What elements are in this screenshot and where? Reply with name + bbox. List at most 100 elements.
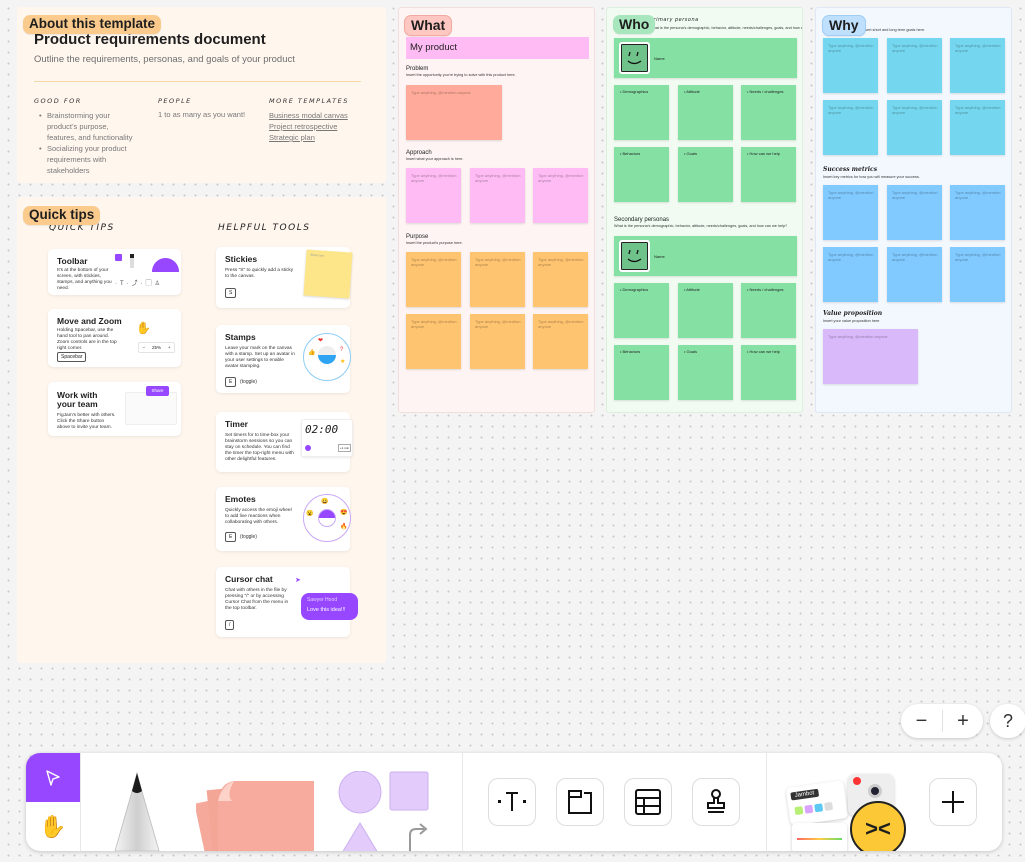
card-desc: Holding Spacebar, use the hand tool to p… bbox=[57, 328, 117, 351]
persona-attribute-sticky[interactable]: Demographics bbox=[614, 283, 669, 338]
persona-name-label: Name bbox=[654, 254, 665, 259]
persona-attribute-sticky[interactable]: Needs / challenges bbox=[741, 283, 796, 338]
slider-widget-icon bbox=[792, 823, 847, 851]
persona-attribute-sticky[interactable]: How can we help bbox=[741, 345, 796, 400]
hand-icon: ✋ bbox=[136, 321, 151, 335]
persona-attribute-sticky[interactable]: Behaviors bbox=[614, 345, 669, 400]
quick-tips-tag[interactable]: Quick tips bbox=[23, 206, 101, 225]
tool-card-stamps: Stamps Leave your mark on the canvas wit… bbox=[216, 325, 351, 393]
purpose-sticky[interactable]: Type anything, @mention anyone bbox=[406, 314, 461, 369]
card-desc: Press "S" to quickly add a sticky to the… bbox=[225, 268, 294, 279]
move-tool-button[interactable] bbox=[26, 753, 80, 802]
persona-name-label: Name bbox=[654, 56, 665, 61]
why-section: Insert short and long term goals here. T… bbox=[815, 7, 1012, 413]
approach-desc: Insert what your approach is here. bbox=[406, 157, 464, 161]
metric-sticky[interactable]: Type anything, @mention anyone bbox=[823, 247, 878, 302]
card-desc: Quickly access the emoji wheel to add li… bbox=[225, 508, 292, 525]
metric-sticky[interactable]: Type anything, @mention anyone bbox=[887, 185, 942, 240]
value-proposition-sticky[interactable]: Type anything, @mention anyone bbox=[823, 329, 918, 384]
card-desc: It's at the bottom of your screen, with … bbox=[57, 268, 112, 291]
widgets-button[interactable]: Jambot >< bbox=[785, 768, 918, 851]
sticky-tool-button[interactable] bbox=[194, 771, 316, 851]
emoji-wheel: 😀 😍 🔥 😮 bbox=[303, 494, 351, 542]
card-desc: Leave your mark on the canvas with a sta… bbox=[225, 346, 295, 369]
metric-sticky[interactable]: Type anything, @mention anyone bbox=[950, 247, 1005, 302]
share-button-preview: Share bbox=[146, 386, 169, 396]
approach-sticky[interactable]: Type anything, @mention anyone bbox=[533, 168, 588, 223]
problem-sticky[interactable]: Type anything, @mention anyone bbox=[406, 85, 502, 140]
persona-avatar-icon bbox=[619, 240, 650, 272]
hand-tool-button[interactable]: ✋ bbox=[26, 802, 80, 851]
helpful-tools-heading: Helpful tools bbox=[218, 223, 311, 233]
value-proposition-desc: Insert your value proposition here bbox=[823, 319, 880, 323]
metric-sticky[interactable]: Type anything, @mention anyone bbox=[887, 247, 942, 302]
why-tag[interactable]: Why bbox=[822, 15, 866, 37]
purpose-sticky[interactable]: Type anything, @mention anyone bbox=[533, 252, 588, 307]
more-tools-button[interactable] bbox=[929, 778, 977, 826]
success-metrics-heading: Success metrics bbox=[823, 166, 878, 173]
problem-heading: Problem bbox=[406, 66, 429, 72]
marker-tool-button[interactable] bbox=[111, 769, 163, 851]
who-tag[interactable]: Who bbox=[613, 15, 656, 35]
zoom-out-button[interactable]: − bbox=[901, 704, 942, 738]
s-key: S bbox=[225, 288, 237, 298]
persona-attribute-sticky[interactable]: How can we help bbox=[741, 147, 796, 202]
approach-sticky[interactable]: Type anything, @mention anyone bbox=[406, 168, 461, 223]
purpose-sticky[interactable]: Type anything, @mention anyone bbox=[470, 252, 525, 307]
goal-sticky[interactable]: Type anything, @mention anyone bbox=[887, 100, 942, 155]
help-button[interactable]: ? bbox=[990, 704, 1025, 738]
people-value: 1 to as many as you want! bbox=[158, 110, 246, 119]
e-key: E bbox=[225, 532, 237, 542]
goal-sticky[interactable]: Type anything, @mention anyone bbox=[950, 38, 1005, 93]
product-name-box[interactable]: My product bbox=[406, 37, 589, 59]
shape-tool-button[interactable] bbox=[336, 770, 436, 851]
goal-sticky[interactable]: Type anything, @mention anyone bbox=[823, 38, 878, 93]
cursor-chat-bubble: Sawyer Hood Love this idea!!! bbox=[301, 593, 358, 620]
pointer-icon bbox=[46, 769, 60, 786]
template-link[interactable]: Project retrospective bbox=[269, 121, 348, 132]
persona-attribute-sticky[interactable]: Goals bbox=[678, 147, 733, 202]
what-tag[interactable]: What bbox=[404, 15, 453, 37]
persona-attribute-sticky[interactable]: Goals bbox=[678, 345, 733, 400]
card-desc: FigJam's better with others. Click the S… bbox=[57, 413, 116, 430]
text-tool-button[interactable] bbox=[488, 778, 536, 826]
secondary-personas-heading: Secondary personas bbox=[614, 217, 670, 223]
persona-attribute-sticky[interactable]: Needs / challenges bbox=[741, 85, 796, 140]
spacebar-key: Spacebar bbox=[57, 352, 87, 362]
about-tag[interactable]: About this template bbox=[23, 15, 162, 34]
persona-attribute-sticky[interactable]: Behaviors bbox=[614, 147, 669, 202]
persona-name-card[interactable]: Name bbox=[614, 236, 797, 276]
tip-card-move-zoom: Move and Zoom Holding Spacebar, use the … bbox=[48, 309, 181, 367]
zoom-in-button[interactable]: + bbox=[943, 704, 983, 738]
good-for-item: Brainstorming your product’s purpose, fe… bbox=[37, 110, 137, 143]
stamp-tool-button[interactable] bbox=[692, 778, 740, 826]
card-title: Timer bbox=[225, 419, 248, 429]
table-tool-button[interactable] bbox=[624, 778, 672, 826]
sticky-note-icon bbox=[194, 781, 314, 851]
purpose-sticky[interactable]: Type anything, @mention anyone bbox=[470, 314, 525, 369]
persona-name-card[interactable]: Name bbox=[614, 38, 797, 78]
purpose-sticky[interactable]: Type anything, @mention anyone bbox=[406, 252, 461, 307]
shape-icon bbox=[152, 258, 179, 272]
section-tool-button[interactable] bbox=[556, 778, 604, 826]
goal-sticky[interactable]: Type anything, @mention anyone bbox=[887, 38, 942, 93]
persona-attribute-sticky[interactable]: Attitude bbox=[678, 85, 733, 140]
metric-sticky[interactable]: Type anything, @mention anyone bbox=[823, 185, 878, 240]
good-for-item: Socializing your product requirements wi… bbox=[37, 143, 137, 176]
e-key: E bbox=[225, 377, 237, 387]
question-stamp-icon: ? bbox=[340, 347, 344, 353]
persona-attribute-sticky[interactable]: Demographics bbox=[614, 85, 669, 140]
section-icon bbox=[568, 790, 592, 814]
primary-persona-heading: Primary persona bbox=[650, 17, 699, 23]
persona-attribute-sticky[interactable]: Attitude bbox=[678, 283, 733, 338]
template-link[interactable]: Strategic plan bbox=[269, 132, 348, 143]
purpose-sticky[interactable]: Type anything, @mention anyone bbox=[533, 314, 588, 369]
success-metrics-desc: Insert key metrics for how you will meas… bbox=[823, 175, 920, 179]
template-link[interactable]: Business modal canvas bbox=[269, 110, 348, 121]
card-title: Toolbar bbox=[57, 256, 88, 266]
metric-sticky[interactable]: Type anything, @mention anyone bbox=[950, 185, 1005, 240]
goal-sticky[interactable]: Type anything, @mention anyone bbox=[823, 100, 878, 155]
goal-sticky[interactable]: Type anything, @mention anyone bbox=[950, 100, 1005, 155]
who-section: Primary persona What is the persona's de… bbox=[606, 7, 803, 413]
approach-sticky[interactable]: Type anything, @mention anyone bbox=[470, 168, 525, 223]
